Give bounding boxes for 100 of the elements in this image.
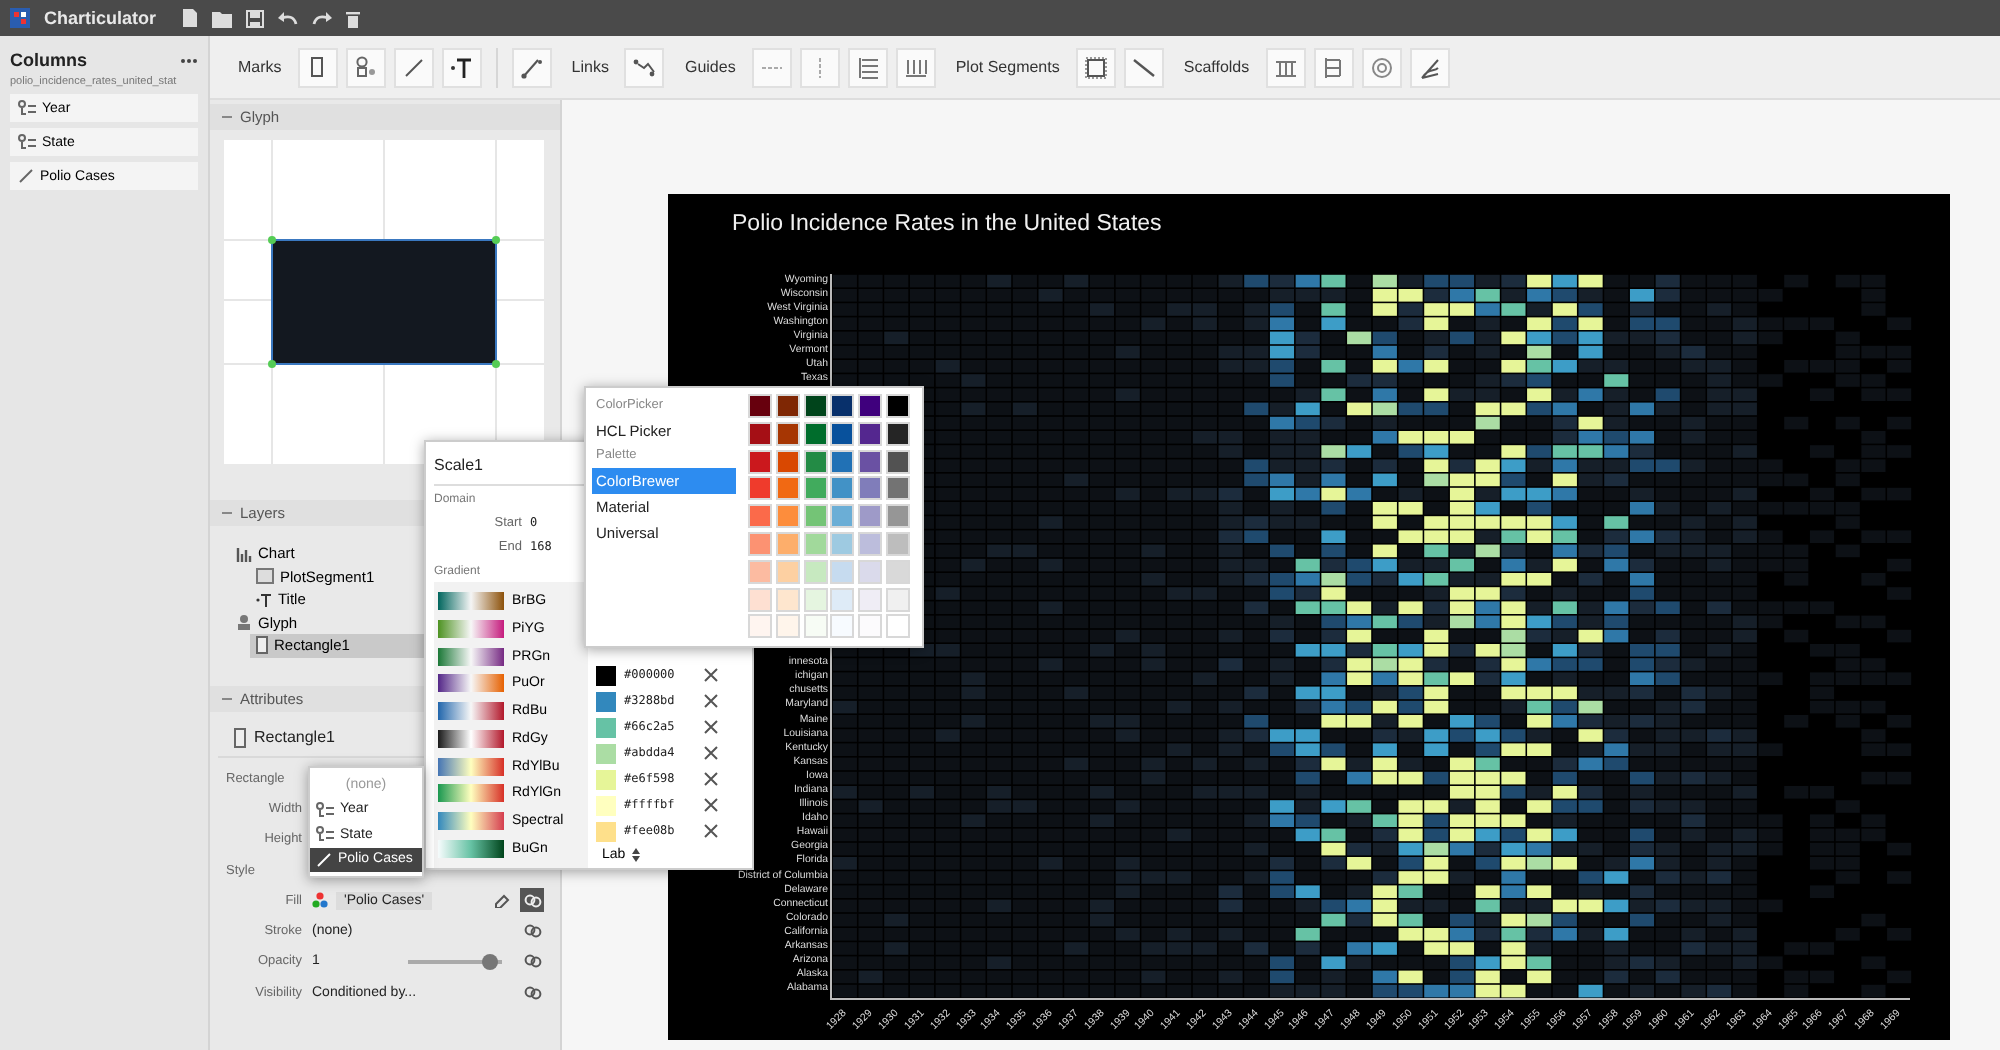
symbol-icon[interactable] xyxy=(353,55,378,79)
text-tool-button[interactable] xyxy=(441,47,482,87)
color-swatch[interactable] xyxy=(803,504,828,529)
color-swatch[interactable] xyxy=(830,449,855,474)
color-swatch[interactable] xyxy=(775,614,800,639)
close-icon[interactable] xyxy=(704,668,718,682)
close-icon[interactable] xyxy=(704,720,718,734)
color-swatch[interactable] xyxy=(858,476,883,501)
line-tool-button[interactable] xyxy=(393,47,434,87)
color-swatch[interactable] xyxy=(775,449,800,474)
slider-thumb[interactable] xyxy=(482,953,499,970)
row-guides-tool-button[interactable] xyxy=(847,47,888,87)
color-swatch[interactable] xyxy=(803,614,828,639)
color-swatch[interactable] xyxy=(885,559,910,584)
color-swatch[interactable] xyxy=(596,821,616,841)
color-swatch[interactable] xyxy=(858,614,883,639)
symbol-tool-button[interactable] xyxy=(345,47,386,87)
bind-button[interactable] xyxy=(520,888,544,913)
horizontal-scaffold-icon[interactable] xyxy=(1273,55,1298,79)
color-swatch[interactable] xyxy=(830,531,855,556)
color-swatch[interactable] xyxy=(748,504,772,529)
color-swatch[interactable] xyxy=(803,421,828,446)
color-swatch[interactable] xyxy=(775,504,800,529)
color-swatch[interactable] xyxy=(830,614,855,639)
color-swatch[interactable] xyxy=(596,769,616,789)
color-swatch[interactable] xyxy=(885,421,910,446)
color-swatch[interactable] xyxy=(775,476,800,501)
color-swatch[interactable] xyxy=(858,531,883,556)
plot-segment-tool-button[interactable] xyxy=(1075,47,1116,87)
color-swatch[interactable] xyxy=(858,587,883,612)
color-swatch[interactable] xyxy=(803,559,828,584)
color-swatch[interactable] xyxy=(803,587,828,612)
color-swatch[interactable] xyxy=(830,504,855,529)
color-swatch[interactable] xyxy=(748,614,772,639)
new-file-icon[interactable] xyxy=(182,8,199,28)
close-icon[interactable] xyxy=(704,746,718,760)
color-swatch[interactable] xyxy=(775,587,800,612)
row-guides-icon[interactable] xyxy=(855,55,880,79)
line-handles-tool-button[interactable] xyxy=(511,47,552,87)
color-swatch[interactable] xyxy=(885,476,910,501)
color-swatch[interactable] xyxy=(748,559,772,584)
color-swatch[interactable] xyxy=(596,795,616,815)
color-swatch[interactable] xyxy=(858,449,883,474)
link-icon[interactable] xyxy=(632,55,657,79)
color-swatch[interactable] xyxy=(830,476,855,501)
line-segment-icon[interactable] xyxy=(1131,55,1156,79)
color-swatch[interactable] xyxy=(858,504,883,529)
color-swatch[interactable] xyxy=(885,587,910,612)
link-tool-button[interactable] xyxy=(624,47,665,87)
color-swatch[interactable] xyxy=(803,394,828,418)
color-swatch[interactable] xyxy=(775,531,800,556)
color-swatch[interactable] xyxy=(748,476,772,501)
color-swatch[interactable] xyxy=(803,449,828,474)
color-swatch[interactable] xyxy=(830,559,855,584)
curve-scaffold-tool-button[interactable] xyxy=(1409,47,1450,87)
color-swatch[interactable] xyxy=(748,531,772,556)
color-swatch[interactable] xyxy=(748,449,772,474)
close-icon[interactable] xyxy=(704,798,718,812)
color-swatch[interactable] xyxy=(885,531,910,556)
color-swatch[interactable] xyxy=(830,587,855,612)
color-swatch[interactable] xyxy=(803,476,828,501)
line-icon[interactable] xyxy=(401,55,426,79)
close-icon[interactable] xyxy=(704,772,718,786)
opacity-slider[interactable] xyxy=(407,959,502,964)
color-swatch[interactable] xyxy=(858,421,883,446)
polar-scaffold-tool-button[interactable] xyxy=(1361,47,1402,87)
color-swatch[interactable] xyxy=(596,665,616,685)
color-swatch[interactable] xyxy=(596,743,616,763)
more-icon[interactable] xyxy=(180,57,198,63)
plot-segment-icon[interactable] xyxy=(1083,55,1108,79)
rectangle-tool-button[interactable] xyxy=(297,47,338,87)
color-swatch[interactable] xyxy=(885,504,910,529)
color-swatch[interactable] xyxy=(803,531,828,556)
color-swatch[interactable] xyxy=(748,421,772,446)
color-swatch[interactable] xyxy=(830,394,855,418)
color-swatch[interactable] xyxy=(858,559,883,584)
close-icon[interactable] xyxy=(704,694,718,708)
color-swatch[interactable] xyxy=(596,691,616,711)
vertical-scaffold-tool-button[interactable] xyxy=(1313,47,1354,87)
color-swatch[interactable] xyxy=(748,394,772,418)
trash-icon[interactable] xyxy=(346,9,361,27)
vertical-scaffold-icon[interactable] xyxy=(1321,55,1346,79)
redo-icon[interactable] xyxy=(312,10,333,26)
color-swatch[interactable] xyxy=(748,587,772,612)
close-icon[interactable] xyxy=(704,824,718,838)
column-guides-tool-button[interactable] xyxy=(895,47,936,87)
color-swatch[interactable] xyxy=(858,394,883,418)
color-swatch[interactable] xyxy=(885,449,910,474)
folder-icon[interactable] xyxy=(212,9,233,27)
eraser-icon[interactable] xyxy=(494,893,510,908)
line-handles-icon[interactable] xyxy=(519,55,544,79)
color-swatch[interactable] xyxy=(775,421,800,446)
color-swatch[interactable] xyxy=(885,394,910,418)
line-segment-tool-button[interactable] xyxy=(1123,47,1164,87)
curve-scaffold-icon[interactable] xyxy=(1417,55,1442,79)
color-swatch[interactable] xyxy=(775,559,800,584)
save-icon[interactable] xyxy=(246,9,265,27)
column-guides-icon[interactable] xyxy=(903,55,928,79)
color-swatch[interactable] xyxy=(775,394,800,418)
horizontal-scaffold-tool-button[interactable] xyxy=(1265,47,1306,87)
